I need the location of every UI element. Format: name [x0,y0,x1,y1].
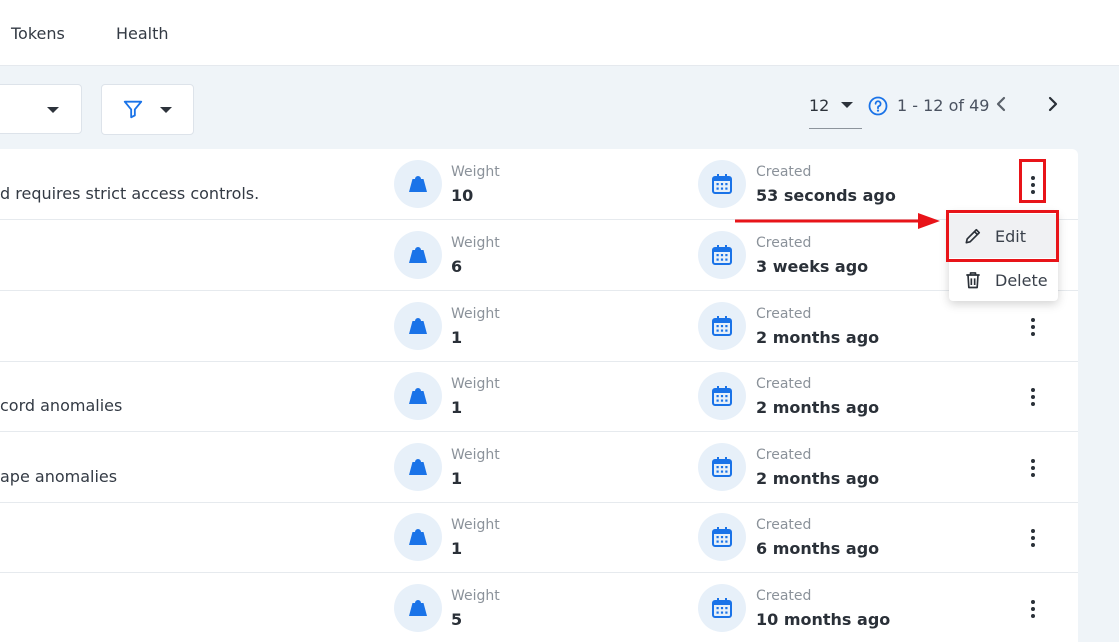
created-label: Created [756,447,812,463]
weight-icon [394,160,442,208]
table-row[interactable]: Weight 5 Created 10 months ago [0,573,1078,642]
calendar-icon [698,231,746,279]
delete-label: Delete [995,271,1048,290]
weight-icon [394,302,442,350]
more-options-icon[interactable] [1023,450,1043,484]
weight-value: 6 [451,257,463,276]
more-options-icon[interactable] [1023,309,1043,343]
weight-icon [394,443,442,491]
weight-value: 1 [451,328,463,347]
highlight-box [946,210,1059,262]
weight-label: Weight [451,588,500,604]
created-value: 6 months ago [756,539,880,558]
calendar-icon [698,160,746,208]
weight-label: Weight [451,517,500,533]
chevron-left-icon[interactable] [993,94,1011,114]
more-options-icon[interactable] [1023,379,1043,413]
chevron-down-icon [47,107,59,113]
table-row[interactable]: ape anomalies Weight 1 Created 2 months … [0,432,1078,503]
trash-icon [966,272,980,289]
tab-health[interactable]: Health [116,24,169,43]
created-label: Created [756,235,812,251]
pagination-range: 1 - 12 of 49 [897,96,990,115]
weight-value: 1 [451,398,463,417]
page-size-value: 12 [809,96,830,115]
weight-label: Weight [451,306,500,322]
table-row[interactable]: Weight 1 Created 6 months ago [0,502,1078,573]
weight-label: Weight [451,164,500,180]
calendar-icon [698,443,746,491]
tab-tokens[interactable]: Tokens [11,24,65,43]
created-value: 2 months ago [756,469,880,488]
filter-icon [123,100,143,119]
chevron-down-icon [841,102,853,108]
calendar-icon [698,584,746,632]
table-row[interactable]: cord anomalies Weight 1 Created 2 months… [0,361,1078,432]
calendar-icon [698,372,746,420]
weight-label: Weight [451,376,500,392]
row-description: ape anomalies [0,467,118,486]
delete-menu-item[interactable]: Delete [949,258,1058,302]
created-label: Created [756,376,812,392]
created-value: 3 weeks ago [756,257,869,276]
more-options-icon[interactable] [1023,520,1043,554]
row-description: cord anomalies [0,396,123,415]
top-navigation: Tokens Health [0,0,1119,66]
filter-button[interactable] [101,84,194,135]
weight-value: 1 [451,539,463,558]
page-size-select[interactable]: 12 [809,92,862,129]
created-label: Created [756,517,812,533]
weight-icon [394,584,442,632]
table-row[interactable]: Weight 1 Created 2 months ago [0,291,1078,362]
weight-label: Weight [451,235,500,251]
calendar-icon [698,513,746,561]
weight-value: 5 [451,610,463,629]
created-value: 2 months ago [756,398,880,417]
weight-icon [394,513,442,561]
calendar-icon [698,302,746,350]
created-value: 53 seconds ago [756,186,896,205]
created-value: 10 months ago [756,610,891,629]
chevron-down-icon [160,107,172,113]
weight-value: 1 [451,469,463,488]
created-label: Created [756,306,812,322]
created-label: Created [756,164,812,180]
created-value: 2 months ago [756,328,880,347]
pointer-arrow [735,213,940,229]
weight-value: 10 [451,186,474,205]
sort-select[interactable] [0,84,82,134]
created-label: Created [756,588,812,604]
weight-icon [394,231,442,279]
help-icon[interactable] [868,96,888,116]
row-description: d requires strict access controls. [0,184,260,203]
weight-label: Weight [451,447,500,463]
weight-icon [394,372,442,420]
more-options-icon[interactable] [1023,591,1043,625]
highlight-box [1019,159,1046,203]
chevron-right-icon[interactable] [1044,94,1062,114]
